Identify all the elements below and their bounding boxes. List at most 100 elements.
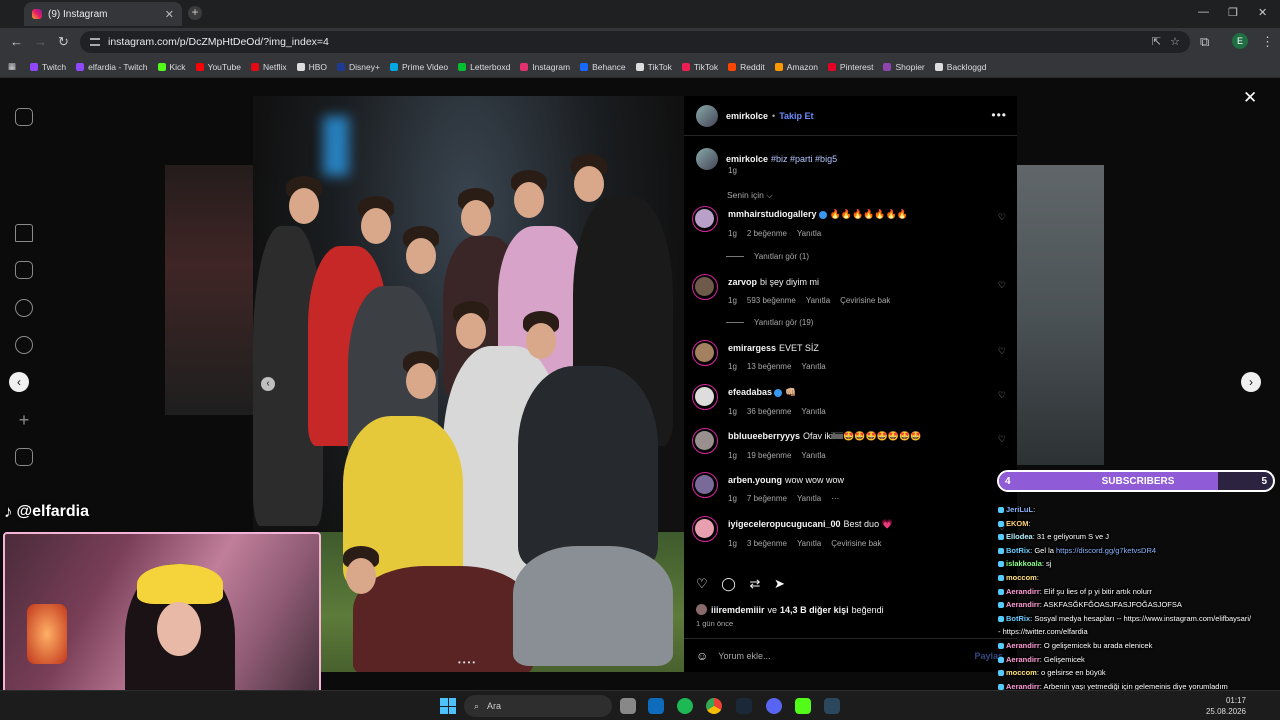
comment-like-icon[interactable]: ♡ bbox=[998, 212, 1006, 223]
commenter-username[interactable]: mmhairstudiogallery bbox=[728, 209, 817, 219]
bookmark-item[interactable]: Netflix bbox=[250, 62, 287, 72]
comment-icon[interactable]: ◯ bbox=[721, 576, 736, 591]
reels-icon[interactable] bbox=[15, 261, 33, 279]
profile-avatar[interactable]: E bbox=[1232, 33, 1248, 49]
comment-like-icon[interactable]: ♡ bbox=[998, 390, 1006, 401]
windows-start-icon[interactable] bbox=[440, 698, 456, 714]
comment-like-icon[interactable]: ♡ bbox=[998, 346, 1006, 357]
back-icon[interactable]: ← bbox=[10, 34, 23, 49]
close-modal-icon[interactable]: ✕ bbox=[1243, 88, 1257, 108]
chat-username[interactable]: BotRix bbox=[1006, 614, 1030, 623]
bookmark-item[interactable]: Backloggd bbox=[934, 62, 986, 72]
view-replies-link[interactable]: Yanıtları gör (19) bbox=[726, 318, 813, 327]
bookmark-item[interactable]: Behance bbox=[580, 62, 626, 72]
mail-icon[interactable] bbox=[648, 698, 664, 714]
bookmark-item[interactable]: TikTok bbox=[635, 62, 672, 72]
taskbar-search[interactable]: ⌕ Ara bbox=[464, 695, 612, 717]
reply-button[interactable]: Yanıtla bbox=[806, 296, 830, 305]
chat-username[interactable]: BotRix bbox=[1006, 546, 1030, 555]
caption-hashtags[interactable]: #biz #parti #big5 bbox=[771, 154, 837, 164]
commenter-username[interactable]: iyigeceleropucugucani_00 bbox=[728, 519, 841, 529]
chat-username[interactable]: Aerandirr bbox=[1006, 600, 1040, 609]
share-icon[interactable]: ➤ bbox=[774, 576, 785, 591]
comment-likes[interactable]: 2 beğenme bbox=[747, 229, 787, 238]
caption-username[interactable]: emirkolce bbox=[726, 154, 768, 164]
translate-link[interactable]: ⋯ bbox=[831, 494, 839, 503]
bookmark-item[interactable]: Prime Video bbox=[389, 62, 448, 72]
bookmark-item[interactable]: Letterboxd bbox=[458, 62, 510, 72]
create-icon[interactable]: + bbox=[15, 411, 33, 429]
discord-icon[interactable] bbox=[766, 698, 782, 714]
chat-username[interactable]: islakkoala bbox=[1006, 559, 1042, 568]
address-bar[interactable]: instagram.com/p/DcZMpHtDeOd/?img_index=4… bbox=[80, 31, 1190, 53]
site-info-icon[interactable] bbox=[90, 38, 100, 46]
messages-icon[interactable] bbox=[15, 299, 33, 317]
author-username[interactable]: emirkolce bbox=[726, 111, 768, 121]
bookmark-item[interactable]: HBO bbox=[296, 62, 327, 72]
chat-username[interactable]: Aerandirr bbox=[1006, 655, 1040, 664]
repost-icon[interactable]: ⇄ bbox=[749, 576, 760, 591]
comment-likes[interactable]: 593 beğenme bbox=[747, 296, 796, 305]
menu-icon[interactable]: ⋮ bbox=[1261, 34, 1274, 50]
reply-button[interactable]: Yanıtla bbox=[797, 494, 821, 503]
commenter-avatar[interactable] bbox=[692, 274, 718, 300]
liker-username[interactable]: iiiremdemiiir bbox=[711, 605, 765, 615]
chat-username[interactable]: EKOM bbox=[1006, 519, 1029, 528]
bookmark-item[interactable]: Instagram bbox=[520, 62, 570, 72]
more-options-icon[interactable]: ••• bbox=[991, 108, 1007, 122]
steam-icon[interactable] bbox=[736, 698, 752, 714]
likes-count[interactable]: 14,3 B diğer kişi bbox=[780, 605, 849, 615]
browser-tab[interactable]: (9) Instagram ✕ bbox=[24, 2, 182, 26]
commenter-username[interactable]: bbluueeberryyys bbox=[728, 431, 800, 441]
translate-link[interactable]: Çevirisine bak bbox=[831, 539, 881, 548]
close-window-icon[interactable]: ✕ bbox=[1258, 6, 1267, 19]
follow-button[interactable]: Takip Et bbox=[779, 111, 813, 121]
comment-sort-dropdown[interactable]: Senin için ⌵ bbox=[727, 190, 773, 201]
like-icon[interactable]: ♡ bbox=[696, 576, 708, 591]
bookmark-item[interactable]: elfardia - Twitch bbox=[76, 62, 148, 72]
commenter-avatar[interactable] bbox=[692, 384, 718, 410]
bookmark-item[interactable]: Kick bbox=[157, 62, 186, 72]
translate-link[interactable]: Çevirisine bak bbox=[840, 296, 890, 305]
reply-button[interactable]: Yanıtla bbox=[801, 451, 825, 460]
chat-username[interactable]: Ellodea bbox=[1006, 532, 1033, 541]
commenter-avatar[interactable] bbox=[692, 206, 718, 232]
comment-likes[interactable]: 36 beğenme bbox=[747, 407, 791, 416]
reply-button[interactable]: Yanıtla bbox=[801, 362, 825, 371]
commenter-username[interactable]: efeadabas bbox=[728, 387, 772, 397]
apps-icon[interactable]: ▦ bbox=[8, 61, 16, 72]
insights-icon[interactable] bbox=[15, 448, 33, 466]
maximize-icon[interactable]: ❐ bbox=[1228, 6, 1238, 19]
minimize-icon[interactable]: — bbox=[1198, 6, 1209, 18]
bookmark-item[interactable]: Reddit bbox=[728, 62, 765, 72]
instagram-logo-icon[interactable] bbox=[15, 108, 33, 126]
spotify-icon[interactable] bbox=[677, 698, 693, 714]
next-post-button[interactable]: › bbox=[1241, 372, 1261, 392]
comment-likes[interactable]: 7 beğenme bbox=[747, 494, 787, 503]
chrome-icon[interactable] bbox=[706, 698, 722, 714]
extensions-icon[interactable]: ⧉ bbox=[1200, 34, 1209, 50]
commenter-avatar[interactable] bbox=[692, 428, 718, 454]
reload-icon[interactable]: ↻ bbox=[58, 34, 69, 50]
add-comment-input[interactable]: Yorum ekle... bbox=[718, 651, 770, 661]
home-icon[interactable] bbox=[15, 224, 33, 242]
reply-button[interactable]: Yanıtla bbox=[797, 229, 821, 238]
comment-likes[interactable]: 13 beğenme bbox=[747, 362, 791, 371]
forward-icon[interactable]: → bbox=[34, 34, 47, 49]
comment-likes[interactable]: 3 beğenme bbox=[747, 539, 787, 548]
commenter-username[interactable]: emirargess bbox=[728, 343, 776, 353]
reply-button[interactable]: Yanıtla bbox=[797, 539, 821, 548]
bookmark-star-icon[interactable]: ⇱ ☆ bbox=[1152, 35, 1180, 48]
new-tab-button[interactable]: + bbox=[188, 6, 202, 20]
bookmark-item[interactable]: TikTok bbox=[681, 62, 718, 72]
commenter-avatar[interactable] bbox=[692, 472, 718, 498]
chat-username[interactable]: Aerandirr bbox=[1006, 641, 1040, 650]
steam-app-icon[interactable] bbox=[824, 698, 840, 714]
system-clock[interactable]: 01:17 25.08.2026 bbox=[1206, 695, 1246, 717]
photo-previous-icon[interactable]: ‹ bbox=[261, 377, 275, 391]
author-avatar[interactable] bbox=[696, 104, 718, 127]
chat-username[interactable]: JeriLuL bbox=[1006, 505, 1033, 514]
bookmark-item[interactable]: Shopier bbox=[883, 62, 925, 72]
bookmark-item[interactable]: Twitch bbox=[30, 62, 66, 72]
chat-link[interactable]: https://discord.gg/g7ketvsDR4 bbox=[1056, 546, 1156, 555]
